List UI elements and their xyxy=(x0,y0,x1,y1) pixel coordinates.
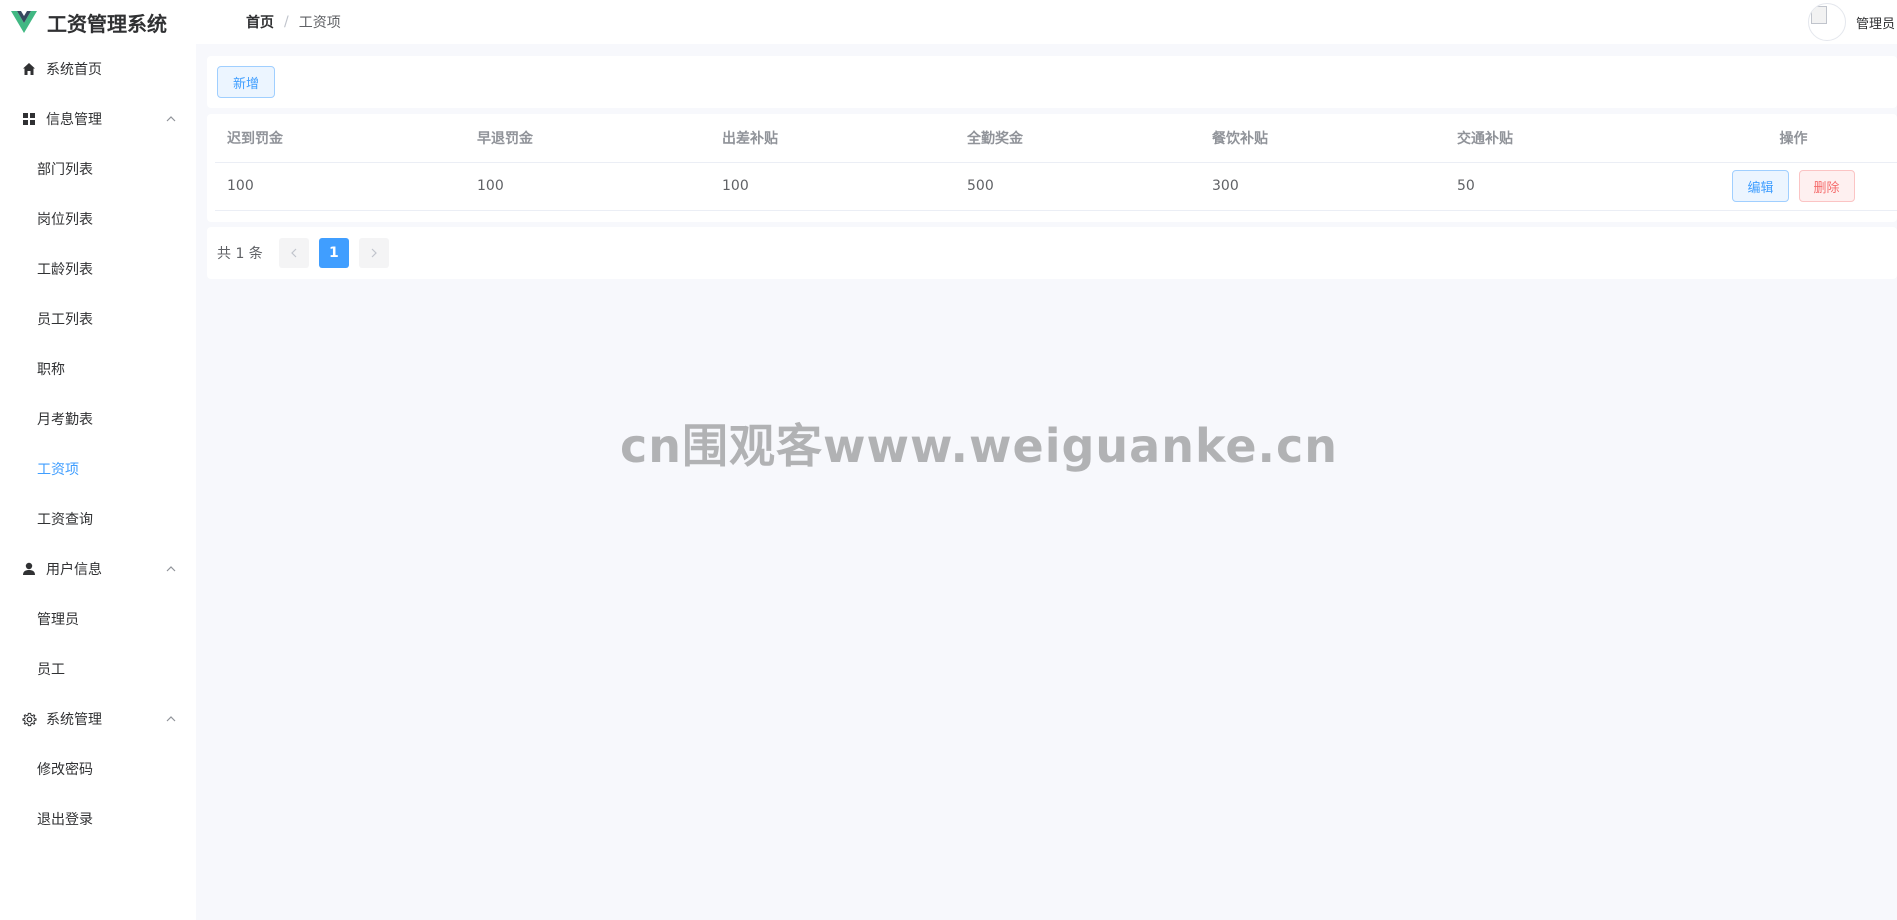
table-cell: 100 xyxy=(710,162,955,211)
chevron-up-icon xyxy=(166,566,176,572)
sidebar-item-user-info[interactable]: 用户信息 xyxy=(0,544,196,594)
sidebar-item-label: 岗位列表 xyxy=(37,212,93,228)
breadcrumb-home[interactable]: 首页 xyxy=(246,12,274,32)
add-button[interactable]: 新增 xyxy=(217,66,276,98)
sidebar-item-label: 月考勤表 xyxy=(37,412,93,428)
sidebar-item-salary-items[interactable]: 工资项 xyxy=(0,444,196,494)
breadcrumb-current: 工资项 xyxy=(298,15,341,31)
column-header: 全勤奖金 xyxy=(955,114,1200,163)
chevron-up-icon xyxy=(166,716,176,722)
gear-icon xyxy=(21,711,37,727)
salary-items-table-card: 迟到罚金 早退罚金 出差补贴 全勤奖金 餐饮补贴 交通补贴 操作 100 100… xyxy=(207,114,1897,222)
sidebar-item-label: 信息管理 xyxy=(46,112,102,128)
avatar[interactable] xyxy=(1807,3,1846,41)
breadcrumb-separator: / xyxy=(284,14,289,30)
sidebar-item-salary-query[interactable]: 工资查询 xyxy=(0,494,196,544)
sidebar-item-employee[interactable]: 员工 xyxy=(0,644,196,694)
home-icon xyxy=(21,61,37,77)
app-title: 工资管理系统 xyxy=(47,11,167,36)
sidebar-item-monthly-attendance[interactable]: 月考勤表 xyxy=(0,394,196,444)
table-row: 100 100 100 500 300 50 编辑 删除 xyxy=(215,162,1897,211)
chevron-up-icon xyxy=(166,116,176,122)
sidebar-item-department-list[interactable]: 部门列表 xyxy=(0,144,196,194)
column-header: 操作 xyxy=(1690,114,1897,163)
sidebar-item-label: 部门列表 xyxy=(37,162,93,178)
sidebar-item-logout[interactable]: 退出登录 xyxy=(0,794,196,844)
sidebar-item-label: 系统首页 xyxy=(46,62,102,78)
sidebar-item-label: 用户信息 xyxy=(46,562,102,578)
sidebar-item-home[interactable]: 系统首页 xyxy=(0,44,196,94)
sidebar-item-label: 修改密码 xyxy=(37,762,93,778)
sidebar-item-title[interactable]: 职称 xyxy=(0,344,196,394)
sidebar-item-label: 退出登录 xyxy=(37,812,93,828)
column-header: 出差补贴 xyxy=(710,114,955,163)
table-header-row: 迟到罚金 早退罚金 出差补贴 全勤奖金 餐饮补贴 交通补贴 操作 xyxy=(215,114,1897,163)
chevron-right-icon xyxy=(371,248,377,258)
toolbar: 新增 xyxy=(207,56,1897,108)
top-header: 工资管理系统 首页 / 工资项 管理员 xyxy=(0,0,1897,44)
chevron-left-icon xyxy=(290,248,297,258)
user-name[interactable]: 管理员 xyxy=(1856,13,1897,32)
logo-area: 工资管理系统 xyxy=(0,8,196,37)
vue-logo-icon xyxy=(11,11,37,33)
column-header: 早退罚金 xyxy=(465,114,710,163)
watermark: cn围观客www.weiguanke.cn xyxy=(620,419,1339,473)
table-cell: 50 xyxy=(1445,162,1690,211)
next-page-button[interactable] xyxy=(358,238,389,268)
sidebar-item-system-management[interactable]: 系统管理 xyxy=(0,694,196,744)
pagination-total: 共 1 条 xyxy=(217,246,263,262)
pagination: 共 1 条 1 xyxy=(207,227,1897,279)
table-cell: 300 xyxy=(1200,162,1445,211)
sidebar-item-label: 管理员 xyxy=(37,612,79,628)
table-cell: 500 xyxy=(955,162,1200,211)
page-number-button[interactable]: 1 xyxy=(318,238,349,268)
prev-page-button[interactable] xyxy=(278,238,309,268)
user-icon xyxy=(21,561,37,577)
sidebar-item-seniority-list[interactable]: 工龄列表 xyxy=(0,244,196,294)
salary-items-table: 迟到罚金 早退罚金 出差补贴 全勤奖金 餐饮补贴 交通补贴 操作 100 100… xyxy=(215,114,1897,211)
edit-button[interactable]: 编辑 xyxy=(1732,170,1789,202)
table-cell: 100 xyxy=(215,162,465,211)
sidebar-item-info-management[interactable]: 信息管理 xyxy=(0,94,196,144)
table-cell-actions: 编辑 删除 xyxy=(1690,162,1897,211)
breadcrumb: 首页 / 工资项 xyxy=(246,12,341,32)
sidebar-item-label: 员工 xyxy=(37,662,65,678)
sidebar-item-label: 员工列表 xyxy=(37,312,93,328)
sidebar-item-label: 工资查询 xyxy=(37,512,93,528)
sidebar-item-label: 职称 xyxy=(37,362,65,378)
sidebar-item-label: 系统管理 xyxy=(46,712,102,728)
user-area[interactable]: 管理员 xyxy=(1807,0,1897,44)
delete-button[interactable]: 删除 xyxy=(1798,170,1855,202)
column-header: 交通补贴 xyxy=(1445,114,1690,163)
sidebar-item-position-list[interactable]: 岗位列表 xyxy=(0,194,196,244)
column-header: 餐饮补贴 xyxy=(1200,114,1445,163)
sidebar-item-label: 工龄列表 xyxy=(37,262,93,278)
sidebar-item-change-password[interactable]: 修改密码 xyxy=(0,744,196,794)
sidebar-item-label: 工资项 xyxy=(37,462,79,478)
sidebar: 系统首页 信息管理 部门列表 岗位列表 工龄列表 员工列表 职称 月考勤表 工资… xyxy=(0,44,196,920)
grid-icon xyxy=(21,111,37,127)
table-cell: 100 xyxy=(465,162,710,211)
sidebar-item-employee-list[interactable]: 员工列表 xyxy=(0,294,196,344)
column-header: 迟到罚金 xyxy=(215,114,465,163)
sidebar-item-admin[interactable]: 管理员 xyxy=(0,594,196,644)
